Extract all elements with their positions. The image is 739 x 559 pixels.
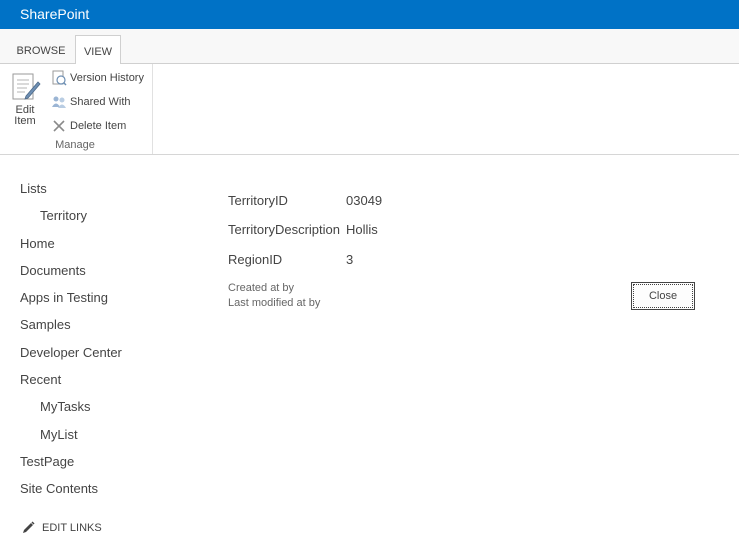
ribbon: Edit Item Version History Shared With De… — [0, 64, 739, 155]
field-label-territorydescription: TerritoryDescription — [228, 222, 340, 237]
nav-testpage[interactable]: TestPage — [20, 454, 74, 469]
edit-item-button[interactable]: Edit Item — [6, 72, 44, 134]
shared-with-button[interactable]: Shared With — [50, 92, 131, 112]
quick-launch: Lists Territory Home Documents Apps in T… — [0, 155, 200, 559]
field-value-territoryid: 03049 — [346, 193, 383, 208]
modified-info: Last modified at by — [228, 297, 321, 309]
version-history-icon — [50, 70, 67, 86]
nav-documents[interactable]: Documents — [20, 263, 86, 278]
close-button[interactable]: Close — [631, 282, 695, 310]
ribbon-tabs: BROWSE VIEW — [0, 29, 739, 65]
field-value-territorydescription: Hollis — [346, 222, 378, 237]
nav-mylist[interactable]: MyList — [40, 427, 78, 442]
version-history-label: Version History — [70, 72, 144, 84]
tab-view[interactable]: VIEW — [75, 35, 121, 65]
tab-browse[interactable]: BROWSE — [10, 35, 72, 64]
delete-item-label: Delete Item — [70, 120, 127, 132]
field-label-territoryid: TerritoryID — [228, 193, 288, 208]
nav-mytasks[interactable]: MyTasks — [40, 399, 91, 414]
shared-with-label: Shared With — [70, 96, 131, 108]
nav-samples[interactable]: Samples — [20, 317, 71, 332]
created-info: Created at by — [228, 282, 295, 294]
nav-site-contents[interactable]: Site Contents — [20, 481, 98, 496]
nav-recent[interactable]: Recent — [20, 372, 61, 387]
nav-developer-center[interactable]: Developer Center — [20, 345, 122, 360]
suite-bar: SharePoint — [0, 0, 739, 29]
nav-lists[interactable]: Lists — [20, 181, 47, 196]
nav-home[interactable]: Home — [20, 236, 55, 251]
suite-title[interactable]: SharePoint — [20, 6, 89, 22]
ribbon-group-label: Manage — [55, 139, 95, 151]
nav-apps-in-testing[interactable]: Apps in Testing — [20, 290, 108, 305]
pencil-icon — [23, 521, 35, 533]
delete-item-icon — [50, 118, 67, 134]
edit-links-button[interactable]: EDIT LINKS — [22, 521, 102, 534]
edit-links-label: EDIT LINKS — [42, 521, 102, 534]
edit-item-icon — [12, 73, 41, 100]
field-value-regionid: 3 — [346, 252, 354, 267]
version-history-button[interactable]: Version History — [50, 68, 144, 88]
field-label-regionid: RegionID — [228, 252, 283, 267]
nav-territory[interactable]: Territory — [40, 208, 87, 223]
delete-item-button[interactable]: Delete Item — [50, 116, 126, 136]
ribbon-group-manage: Edit Item Version History Shared With De… — [0, 64, 153, 154]
shared-with-icon — [50, 94, 67, 110]
edit-item-label: Edit Item — [14, 104, 36, 127]
